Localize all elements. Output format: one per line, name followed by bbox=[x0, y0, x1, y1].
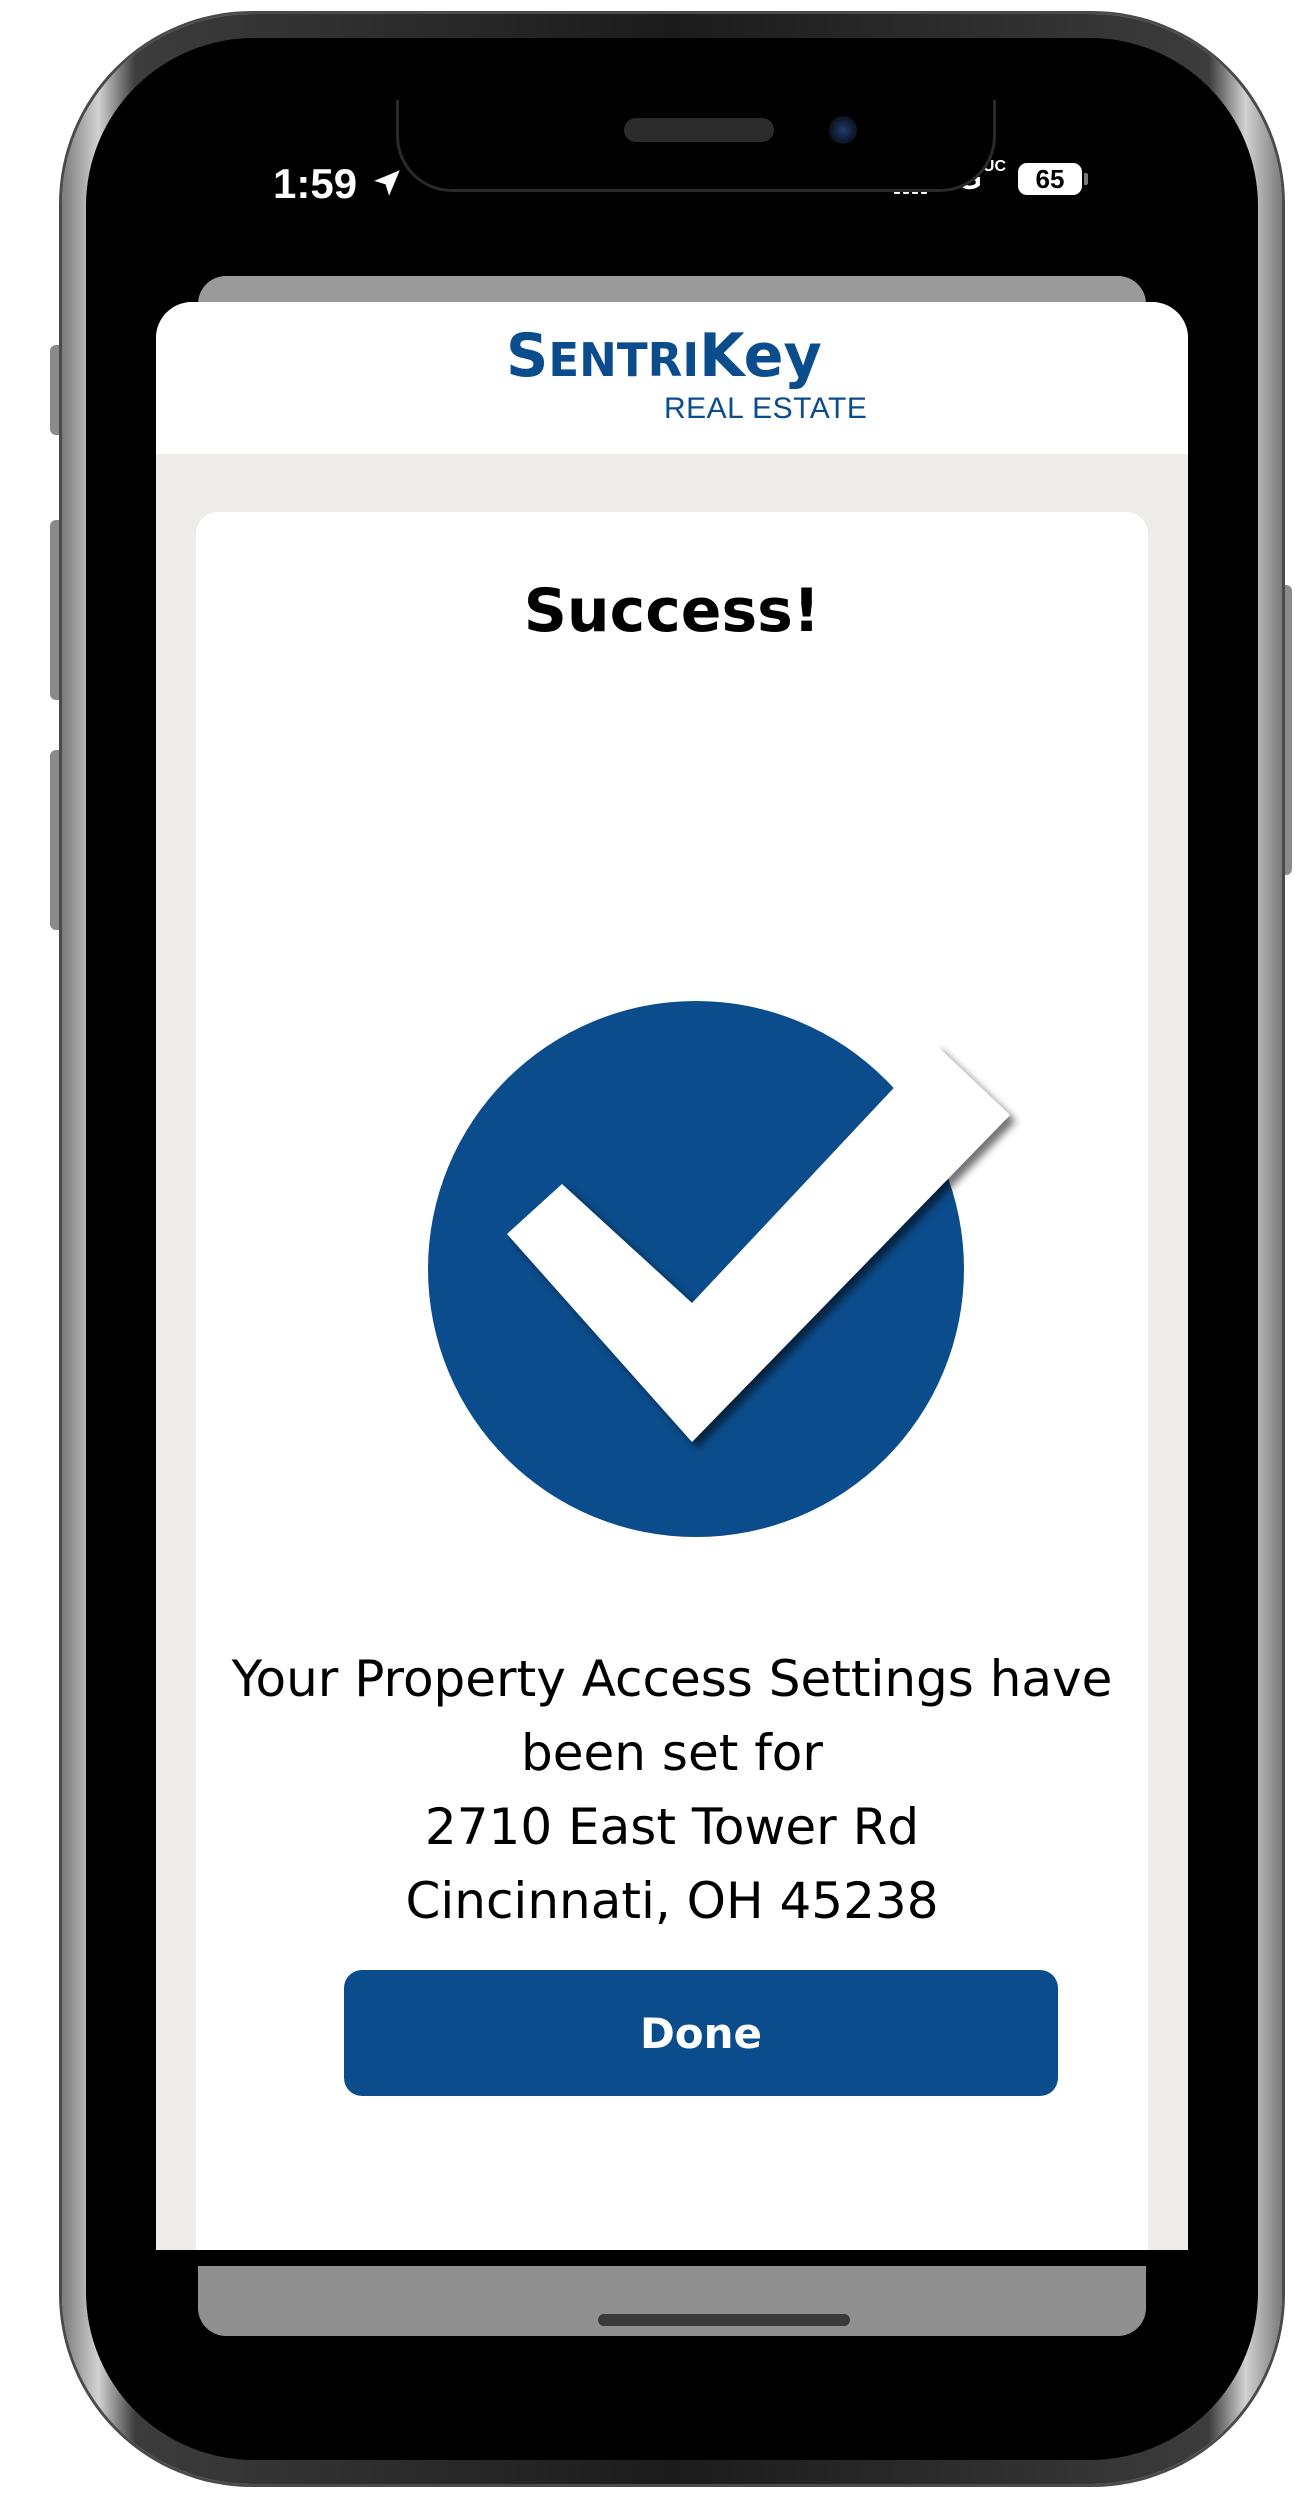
phone-screen: 1:59 5GUC 65 bbox=[148, 100, 1196, 2398]
address-city: Cincinnati, OH 45238 bbox=[405, 1872, 939, 1930]
address-street: 2710 East Tower Rd bbox=[424, 1798, 920, 1856]
app-header: SENTRIKey REAL ESTATE bbox=[156, 302, 1188, 454]
notch bbox=[396, 100, 996, 192]
home-indicator[interactable] bbox=[598, 2314, 850, 2326]
done-button[interactable]: Done bbox=[344, 1970, 1058, 2096]
logo-wordmark: SENTRIKey bbox=[506, 326, 860, 390]
location-arrow-icon bbox=[370, 166, 404, 205]
battery-level: 65 bbox=[1018, 162, 1082, 195]
logo-letter-k: K bbox=[699, 321, 744, 391]
success-title: Success! bbox=[523, 576, 821, 646]
message-line-2: been set for bbox=[521, 1724, 823, 1782]
status-time: 1:59 bbox=[273, 160, 358, 207]
logo-letters-ey: ey bbox=[743, 321, 822, 391]
app-sheet: SENTRIKey REAL ESTATE Success! Your Prop… bbox=[156, 302, 1188, 2250]
success-card: Success! Your Property Access Settings h… bbox=[196, 512, 1148, 2250]
logo-letters-entri: ENTRI bbox=[548, 333, 700, 387]
phone-frame: 1:59 5GUC 65 bbox=[62, 14, 1282, 2484]
sentrikey-logo: SENTRIKey REAL ESTATE bbox=[506, 326, 867, 426]
checkmark-circle-icon bbox=[427, 982, 1067, 1547]
confirmation-message: Your Property Access Settings have been … bbox=[196, 1642, 1148, 1938]
logo-subtitle: REAL ESTATE bbox=[664, 392, 868, 425]
front-camera bbox=[829, 116, 857, 144]
phone-bezel: 1:59 5GUC 65 bbox=[86, 38, 1258, 2460]
message-line-1: Your Property Access Settings have bbox=[231, 1650, 1113, 1708]
earpiece-speaker bbox=[624, 118, 774, 142]
battery-icon: 65 bbox=[1018, 162, 1088, 195]
logo-letter-s: S bbox=[506, 321, 549, 391]
